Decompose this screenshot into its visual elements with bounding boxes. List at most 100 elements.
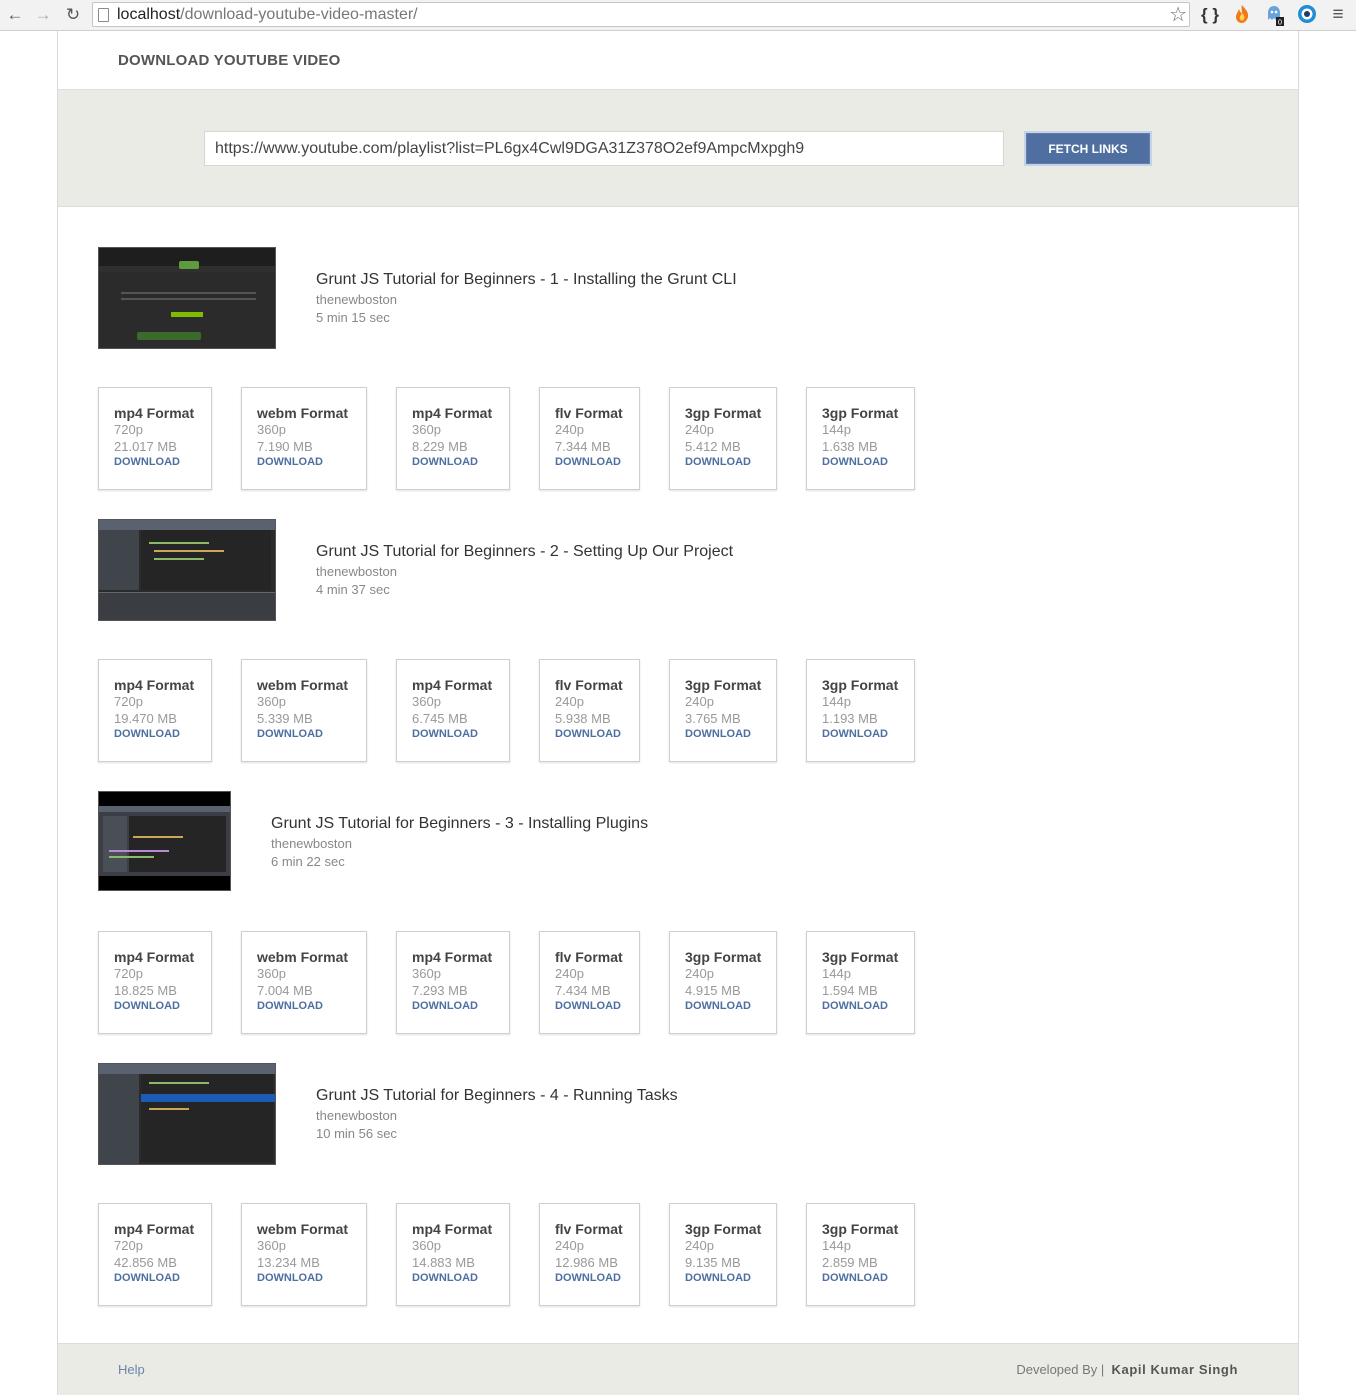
page-footer: Help Developed By | Kapil Kumar Singh (58, 1343, 1298, 1395)
json-viewer-extension-icon[interactable]: { } (1198, 4, 1222, 26)
format-size: 18.825 MB (114, 983, 177, 998)
format-card: 3gp Format 240p 3.765 MB DOWNLOAD (669, 659, 777, 762)
format-card: mp4 Format 720p 21.017 MB DOWNLOAD (98, 387, 212, 490)
format-card: 3gp Format 240p 4.915 MB DOWNLOAD (669, 931, 777, 1034)
video-thumbnail[interactable] (98, 247, 276, 349)
format-resolution: 240p (685, 1238, 714, 1253)
download-link[interactable]: DOWNLOAD (555, 1000, 639, 1012)
format-size: 14.883 MB (412, 1255, 475, 1270)
blue-circle-extension-icon[interactable] (1296, 4, 1318, 26)
format-resolution: 720p (114, 422, 143, 437)
format-size: 7.004 MB (257, 983, 313, 998)
page-icon (98, 8, 109, 22)
format-name: 3gp Format (685, 1221, 762, 1237)
playlist-url-input[interactable] (204, 131, 1004, 166)
format-name: flv Format (555, 677, 623, 693)
video-channel: thenewboston (271, 836, 352, 851)
bookmark-star-icon[interactable]: ☆ (1169, 3, 1187, 27)
format-card: mp4 Format 720p 19.470 MB DOWNLOAD (98, 659, 212, 762)
download-link[interactable]: DOWNLOAD (257, 1000, 366, 1012)
format-resolution: 240p (555, 1238, 584, 1253)
format-resolution: 360p (257, 694, 286, 709)
format-size: 5.938 MB (555, 711, 611, 726)
download-link[interactable]: DOWNLOAD (114, 456, 211, 468)
address-bar[interactable]: localhost/download-youtube-video-master/… (92, 2, 1190, 27)
download-link[interactable]: DOWNLOAD (412, 1272, 509, 1284)
format-resolution: 360p (412, 694, 441, 709)
fetch-links-button[interactable]: FETCH LINKS (1024, 131, 1152, 166)
reload-icon[interactable]: ↻ (62, 4, 84, 26)
format-card: webm Format 360p 5.339 MB DOWNLOAD (241, 659, 367, 762)
download-link[interactable]: DOWNLOAD (822, 1000, 914, 1012)
page-container: DOWNLOAD YOUTUBE VIDEO FETCH LINKS Grunt… (57, 31, 1299, 1395)
download-link[interactable]: DOWNLOAD (412, 456, 509, 468)
format-card: mp4 Format 360p 8.229 MB DOWNLOAD (396, 387, 510, 490)
developer-credit: Developed By | Kapil Kumar Singh (1016, 1362, 1238, 1377)
download-link[interactable]: DOWNLOAD (685, 1000, 776, 1012)
format-size: 2.859 MB (822, 1255, 878, 1270)
format-size: 1.594 MB (822, 983, 878, 998)
ghostery-extension-icon[interactable]: 0 (1264, 4, 1286, 27)
format-card: flv Format 240p 7.344 MB DOWNLOAD (539, 387, 640, 490)
format-resolution: 240p (685, 966, 714, 981)
video-duration: 6 min 22 sec (271, 854, 345, 869)
back-icon[interactable]: ← (4, 4, 26, 26)
download-link[interactable]: DOWNLOAD (257, 1272, 366, 1284)
browser-toolbar: ← → ↻ localhost/download-youtube-video-m… (0, 0, 1356, 31)
format-list: mp4 Format 720p 18.825 MB DOWNLOAD webm For… (98, 931, 918, 1034)
format-size: 1.193 MB (822, 711, 878, 726)
fire-extension-icon[interactable] (1232, 4, 1252, 26)
video-thumbnail[interactable] (98, 519, 276, 621)
download-link[interactable]: DOWNLOAD (114, 728, 211, 740)
format-card: flv Format 240p 7.434 MB DOWNLOAD (539, 931, 640, 1034)
format-resolution: 240p (555, 694, 584, 709)
download-link[interactable]: DOWNLOAD (822, 728, 914, 740)
chrome-menu-icon[interactable]: ≡ (1328, 4, 1348, 26)
download-link[interactable]: DOWNLOAD (822, 456, 914, 468)
format-size: 8.229 MB (412, 439, 468, 454)
download-link[interactable]: DOWNLOAD (822, 1272, 914, 1284)
format-resolution: 240p (685, 694, 714, 709)
video-title: Grunt JS Tutorial for Beginners - 3 - In… (271, 815, 649, 832)
forward-icon[interactable]: → (32, 4, 54, 26)
download-link[interactable]: DOWNLOAD (412, 728, 509, 740)
format-size: 42.856 MB (114, 1255, 177, 1270)
format-name: webm Format (257, 405, 349, 421)
format-size: 5.412 MB (685, 439, 741, 454)
download-link[interactable]: DOWNLOAD (114, 1272, 211, 1284)
format-size: 7.434 MB (555, 983, 611, 998)
help-link[interactable]: Help (118, 1362, 145, 1377)
page-header: DOWNLOAD YOUTUBE VIDEO (58, 31, 1298, 90)
download-link[interactable]: DOWNLOAD (114, 1000, 211, 1012)
download-link[interactable]: DOWNLOAD (555, 456, 639, 468)
format-resolution: 360p (412, 1238, 441, 1253)
download-link[interactable]: DOWNLOAD (257, 456, 366, 468)
format-name: mp4 Format (412, 949, 493, 965)
download-link[interactable]: DOWNLOAD (685, 1272, 776, 1284)
video-thumbnail[interactable] (98, 1063, 276, 1165)
format-size: 1.638 MB (822, 439, 878, 454)
download-link[interactable]: DOWNLOAD (555, 728, 639, 740)
address-url[interactable]: localhost/download-youtube-video-master/ (117, 6, 418, 24)
format-card: 3gp Format 144p 1.594 MB DOWNLOAD (806, 931, 915, 1034)
video-thumbnail[interactable] (98, 791, 231, 891)
format-card: flv Format 240p 12.986 MB DOWNLOAD (539, 1203, 640, 1306)
download-link[interactable]: DOWNLOAD (685, 728, 776, 740)
format-resolution: 240p (685, 422, 714, 437)
format-card: mp4 Format 360p 14.883 MB DOWNLOAD (396, 1203, 510, 1306)
format-card: webm Format 360p 7.004 MB DOWNLOAD (241, 931, 367, 1034)
format-name: mp4 Format (114, 949, 195, 965)
video-meta: Grunt JS Tutorial for Beginners - 4 - Ru… (316, 1087, 678, 1141)
download-link[interactable]: DOWNLOAD (685, 456, 776, 468)
format-name: mp4 Format (114, 677, 195, 693)
format-size: 12.986 MB (555, 1255, 618, 1270)
download-link[interactable]: DOWNLOAD (555, 1272, 639, 1284)
format-size: 7.344 MB (555, 439, 611, 454)
video-meta: Grunt JS Tutorial for Beginners - 2 - Se… (316, 543, 733, 597)
format-resolution: 720p (114, 694, 143, 709)
format-name: 3gp Format (685, 949, 762, 965)
search-section: FETCH LINKS (58, 90, 1298, 207)
download-link[interactable]: DOWNLOAD (412, 1000, 509, 1012)
download-link[interactable]: DOWNLOAD (257, 728, 366, 740)
format-resolution: 360p (257, 422, 286, 437)
